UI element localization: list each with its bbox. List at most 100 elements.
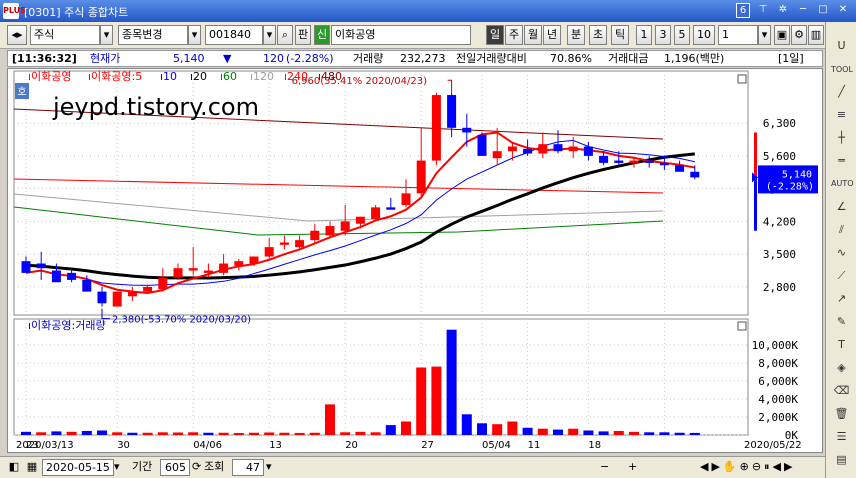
volume-label: 거래량 <box>353 52 384 65</box>
settings-icon[interactable]: ✲ <box>776 3 790 18</box>
x-tick-label: 2020/05/22 <box>744 440 802 451</box>
config-icon[interactable]: ▤ <box>831 450 852 470</box>
hoga-badge: 호 <box>17 86 26 98</box>
period-input[interactable]: 605 <box>160 459 190 476</box>
volume-bar <box>355 431 366 435</box>
undo-icon[interactable]: U <box>831 36 852 56</box>
pin-icon[interactable]: ⊤ <box>756 3 770 18</box>
page-number-button[interactable]: 6 <box>736 3 750 18</box>
interval-10-button[interactable]: 10 <box>693 25 715 45</box>
candle-body <box>507 146 517 152</box>
marker-icon[interactable]: ◈ <box>831 358 852 378</box>
chart-window: PLUS [0301] 주식 종합차트 6 ⊤ ✲ ─ □ ✕ ◂▸ 주식 ▾ … <box>0 0 856 478</box>
volume-bar <box>36 432 47 435</box>
period-minute-tab[interactable]: 분 <box>567 25 585 45</box>
period-second-tab[interactable]: 초 <box>589 25 607 45</box>
pan-button[interactable]: 판 <box>295 25 311 45</box>
trend-line-icon[interactable]: ╱ <box>831 82 852 102</box>
right-toolbar: U TOOL ╱ ≡ ┼ ═ AUTO ∠ ⫽ ∿ ⟋ ↗ ✎ T ◈ ⌫ 🗑 … <box>825 22 856 478</box>
chart-svg[interactable]: 2,8003,5004,2004,9005,6006,3000K2,000K4,… <box>8 69 824 454</box>
period-week-tab[interactable]: 주 <box>505 25 523 45</box>
candle-body <box>675 165 685 172</box>
volume-bar <box>157 432 168 435</box>
interval-1-button[interactable]: 1 <box>636 25 652 45</box>
period-month-tab[interactable]: 월 <box>524 25 542 45</box>
expand-icon[interactable]: ▥ <box>808 25 824 45</box>
plus-button[interactable]: + <box>628 459 640 476</box>
candle-body <box>416 160 426 194</box>
period-day-tab[interactable]: 일 <box>486 25 504 45</box>
trash-icon[interactable]: 🗑 <box>831 404 852 424</box>
interval-count-input[interactable]: 1 <box>718 25 758 45</box>
stock-code-input[interactable]: 001840 <box>205 25 263 45</box>
auto-label[interactable]: AUTO <box>831 174 854 194</box>
volume-panel-title: ı이화공영:거래량 <box>28 319 106 332</box>
x-tick-label: 18 <box>588 440 601 451</box>
volume-bar <box>21 431 31 435</box>
down-arrow-icon: ▼ <box>223 52 232 65</box>
toggle-icon[interactable]: ◂▸ <box>7 25 27 45</box>
text-icon[interactable]: T <box>831 335 852 355</box>
list-icon[interactable]: ☰ <box>831 427 852 447</box>
candle-body <box>112 291 122 307</box>
x-tick-label: 30 <box>117 440 130 451</box>
candle-body <box>219 263 229 273</box>
eraser-icon[interactable]: ⌫ <box>831 381 852 401</box>
volume-bar <box>461 414 472 435</box>
volume-bar <box>477 423 487 435</box>
minimize-button[interactable]: ─ <box>796 3 810 18</box>
period-year-tab[interactable]: 년 <box>543 25 561 45</box>
wave-icon[interactable]: ∿ <box>831 243 852 263</box>
refresh-icon[interactable]: ⟳ <box>192 459 202 476</box>
x-tick-label: 04/06 <box>193 440 222 451</box>
search-icon[interactable]: ⌕ <box>277 25 293 45</box>
pencil-icon[interactable]: ✎ <box>831 312 852 332</box>
horizontal-line-icon[interactable]: ═ <box>831 151 852 171</box>
query-count-input[interactable]: 47 <box>232 459 264 476</box>
period-badge: [1일] <box>778 52 804 65</box>
arrow-icon[interactable]: ↗ <box>831 289 852 309</box>
candle-body <box>583 146 593 156</box>
fibonacci-icon[interactable]: ≡ <box>831 105 852 125</box>
watermark-text: jeypd.tistory.com <box>52 93 259 121</box>
angle-icon[interactable]: ∠ <box>831 197 852 217</box>
price-change-pct: (-2.28%) <box>286 52 334 65</box>
volume-bar <box>431 366 442 435</box>
chevron-down-icon[interactable]: ▾ <box>266 459 276 476</box>
cross-line-icon[interactable]: ┼ <box>831 128 852 148</box>
interval-5-button[interactable]: 5 <box>674 25 690 45</box>
tool-label[interactable]: TOOL <box>831 60 853 80</box>
candle-body <box>690 171 700 178</box>
chevron-down-icon[interactable]: ▾ <box>114 459 126 476</box>
window-title: [0301] 주식 종합차트 <box>24 4 128 20</box>
daily-range-down <box>754 177 757 231</box>
chevron-down-icon[interactable]: ▾ <box>100 25 113 45</box>
minus-button[interactable]: − <box>600 459 612 476</box>
change-stock-select[interactable]: 종목변경 <box>118 25 188 45</box>
gear-icon[interactable]: ⚙ <box>791 25 807 45</box>
maximize-button[interactable]: □ <box>816 3 830 18</box>
chart-area[interactable]: 2,8003,5004,2004,9005,6006,3000K2,000K4,… <box>7 68 823 453</box>
query-label[interactable]: 조회 <box>204 459 224 476</box>
save-icon[interactable]: ▣ <box>774 25 790 45</box>
volume-bar <box>674 432 685 435</box>
scroll-start-icon[interactable]: ◧ <box>6 459 22 476</box>
market-select[interactable]: 주식 <box>30 25 100 45</box>
channel-icon[interactable]: ⫽ <box>831 220 852 240</box>
period-tick-tab[interactable]: 틱 <box>611 25 629 45</box>
price-tick-label: 6,300 <box>763 117 796 130</box>
chevron-down-icon[interactable]: ▾ <box>263 25 276 45</box>
chevron-down-icon[interactable]: ▾ <box>188 25 201 45</box>
volume-bar <box>629 431 639 435</box>
navigation-icons[interactable]: ◀▶✋⊕⊖⏸◀▶ <box>700 459 820 476</box>
x-tick-label: 23 <box>26 440 39 451</box>
chevron-down-icon[interactable]: ▾ <box>758 25 771 45</box>
candle-body <box>51 270 61 283</box>
close-button[interactable]: ✕ <box>836 3 850 18</box>
date-input[interactable]: 2020-05-15 <box>42 459 114 476</box>
interval-3-button[interactable]: 3 <box>655 25 671 45</box>
volume-tick-label: 2,000K <box>758 411 798 424</box>
calendar-icon[interactable]: ▦ <box>24 459 40 476</box>
candle-body <box>21 261 31 273</box>
zigzag-icon[interactable]: ⟋ <box>831 266 852 286</box>
